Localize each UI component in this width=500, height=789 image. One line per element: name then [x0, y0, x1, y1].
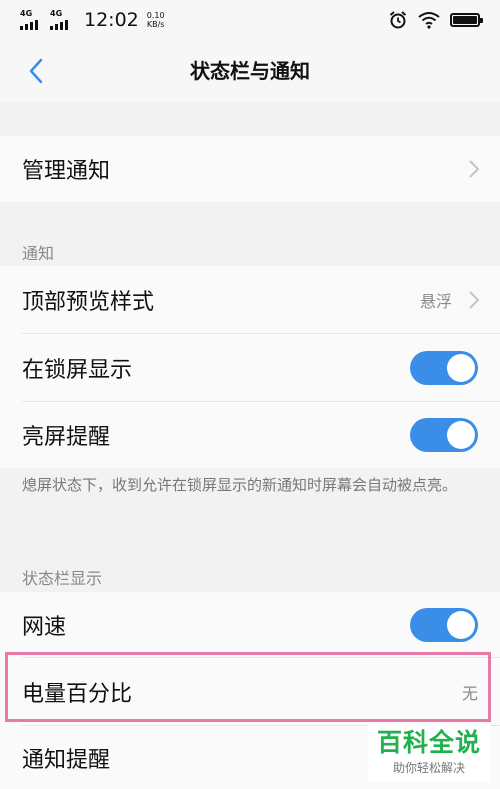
battery-icon	[450, 13, 483, 27]
network-type-label: 4G	[50, 9, 63, 18]
manage-notifications-label: 管理通知	[22, 159, 111, 184]
section-label-notifications: 通知	[22, 244, 55, 263]
wifi-icon	[418, 12, 440, 29]
wake-screen-note: 熄屏状态下，收到允许在锁屏显示的新通知时屏幕会自动被点亮。	[22, 476, 458, 494]
chevron-right-icon	[469, 160, 480, 178]
notification-reminder-label: 通知提醒	[22, 747, 111, 773]
network-speed-value: 0.10	[146, 11, 165, 20]
network-speed-unit: KB/s	[146, 20, 165, 29]
wake-screen-reminder-label: 亮屏提醒	[22, 425, 111, 450]
network-speed-toggle[interactable]	[410, 608, 478, 642]
battery-percentage-value: 无	[461, 684, 478, 703]
watermark-subtitle: 助你轻松解决	[392, 761, 465, 775]
title-bar: 状态栏与通知	[0, 40, 500, 102]
clock: 12:02	[84, 9, 139, 31]
network-speed: 0.10 KB/s	[147, 11, 165, 29]
status-right	[388, 8, 483, 32]
network-speed-row[interactable]: 网速	[0, 592, 500, 658]
watermark-title: 百科全说	[376, 728, 481, 757]
wake-screen-reminder-toggle[interactable]	[410, 418, 478, 452]
signal-strength-icon: 4G	[50, 10, 74, 30]
lock-screen-display-row[interactable]: 在锁屏显示	[0, 334, 500, 402]
top-preview-style-row[interactable]: 顶部预览样式 悬浮	[0, 266, 500, 334]
lock-screen-display-toggle[interactable]	[410, 351, 478, 385]
battery-percentage-row[interactable]: 电量百分比 无	[0, 658, 500, 726]
network-type-label: 4G	[20, 9, 33, 18]
status-bar: 4G 4G 12:02 0.10 KB/s	[0, 0, 500, 40]
status-left: 4G 4G 12:02 0.10 KB/s	[20, 8, 165, 32]
watermark-logo: 百科全说 助你轻松解决	[368, 724, 490, 782]
section-label-status-bar: 状态栏显示	[22, 569, 103, 588]
top-preview-style-label: 顶部预览样式	[22, 290, 155, 315]
wake-screen-reminder-row[interactable]: 亮屏提醒	[0, 402, 500, 468]
signal-strength-icon: 4G	[20, 10, 44, 30]
top-preview-style-value: 悬浮	[419, 292, 452, 311]
network-speed-label: 网速	[22, 615, 67, 640]
manage-notifications-row[interactable]: 管理通知	[0, 136, 500, 202]
lock-screen-display-label: 在锁屏显示	[22, 358, 133, 383]
battery-percentage-label: 电量百分比	[22, 682, 133, 707]
page-title: 状态栏与通知	[190, 59, 310, 83]
alarm-icon	[389, 11, 407, 29]
chevron-right-icon	[469, 291, 480, 309]
